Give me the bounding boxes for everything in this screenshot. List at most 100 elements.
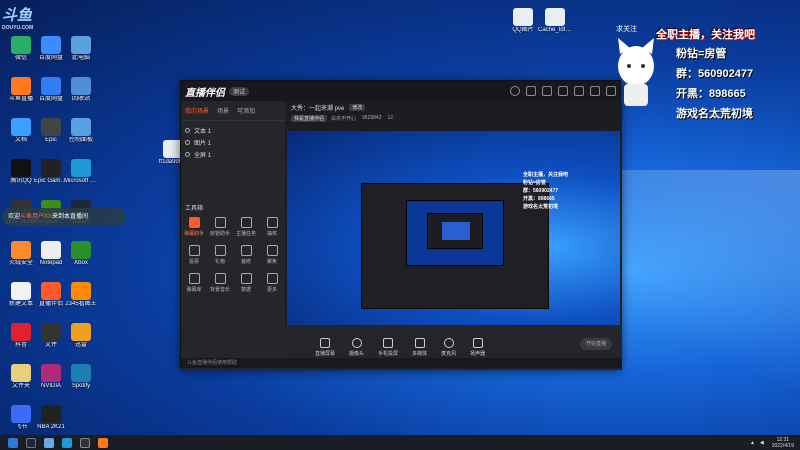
tab-my-scene[interactable]: 我的场景 xyxy=(185,106,209,115)
desktop-icon[interactable]: 直播伴侣 xyxy=(36,282,66,308)
tool-button[interactable]: 投票 xyxy=(181,245,207,265)
tool-icon xyxy=(266,217,278,228)
desktop-icon[interactable]: Spotify xyxy=(66,364,96,390)
tool-icon xyxy=(188,273,200,284)
desktop-icon[interactable]: Epic Games Launcher xyxy=(34,159,68,185)
douyu-watermark: 斗鱼 DOUYU.COM xyxy=(2,7,34,31)
desktop-icon[interactable]: 文档 xyxy=(6,118,36,144)
tool-button[interactable]: 数据 xyxy=(233,273,259,293)
network-icon[interactable]: ▲ xyxy=(750,440,755,446)
desktop-icon[interactable]: 迅雷 xyxy=(66,323,96,349)
tool-button[interactable]: 抽奖 xyxy=(259,217,285,237)
desktop-icon[interactable]: 火绒安全 xyxy=(6,241,36,267)
microphone-button[interactable]: 麦克风 xyxy=(441,338,456,357)
douyu-icon[interactable] xyxy=(98,437,108,448)
desktop-icon[interactable]: Microsoft Edge xyxy=(64,159,98,185)
app-icon xyxy=(11,118,31,136)
desktop-icon[interactable]: 飞书 xyxy=(6,405,36,431)
desktop-icon[interactable]: 百度网盘 xyxy=(36,36,66,62)
app-icon xyxy=(41,282,61,300)
app-icon xyxy=(41,405,61,423)
desktop-icon[interactable]: 文件夹 xyxy=(6,364,36,390)
tab-scene[interactable]: 场景 xyxy=(217,106,229,115)
desktop-icon[interactable]: 控制面板 xyxy=(66,118,96,144)
desktop-icon[interactable]: NVIDIA xyxy=(36,364,66,390)
minimize-icon[interactable] xyxy=(574,86,584,96)
desktop-icon[interactable]: Epic xyxy=(36,118,66,144)
steam-icon[interactable] xyxy=(26,437,36,448)
explorer-icon[interactable] xyxy=(44,437,54,448)
eye-icon[interactable] xyxy=(185,151,190,157)
help-status[interactable]: 斗鱼直播伴侣使用帮助 xyxy=(181,358,622,368)
tool-button[interactable]: 更多 xyxy=(259,273,285,293)
go-live-button[interactable]: 开始直播 xyxy=(580,338,612,350)
start-icon[interactable] xyxy=(8,437,18,448)
tool-button[interactable]: 弹幕助手 xyxy=(181,217,207,237)
maximize-icon[interactable] xyxy=(590,86,600,96)
speaker-icon xyxy=(472,338,483,348)
tool-button[interactable]: 房管助手 xyxy=(207,217,233,237)
message-icon[interactable] xyxy=(526,86,536,96)
desktop-icon[interactable]: 抖音 xyxy=(6,323,36,349)
desktop-icon[interactable]: 腾讯QQ xyxy=(6,159,36,185)
speaker-button[interactable]: 扬声器 xyxy=(470,338,485,357)
settings-icon[interactable] xyxy=(542,86,552,96)
source-item[interactable]: 文本 1 xyxy=(181,124,285,136)
source-item[interactable]: 图片 1 xyxy=(181,136,285,148)
file-icon xyxy=(513,8,533,26)
desktop-icon[interactable]: 微信 xyxy=(6,36,36,62)
stream-preview[interactable]: 全职主播，关注我吧 粉钻=房管 群：560902477 开黑：898665 游戏名太荒初… xyxy=(287,131,620,325)
tool-button[interactable]: 聚焦 xyxy=(259,245,285,265)
desktop-icon[interactable]: Cache_fdf5... xyxy=(538,8,572,34)
app-icon xyxy=(41,364,61,382)
desktop-icon[interactable]: NBA 2K21 xyxy=(36,405,66,431)
avatar[interactable] xyxy=(510,86,520,96)
tool-button[interactable]: 主播任务 xyxy=(233,217,259,237)
room-tag[interactable]: 我是直播伴侣 xyxy=(291,114,328,122)
desktop-icon[interactable]: 回收站 xyxy=(66,77,96,103)
edit-room-button[interactable]: 修改 xyxy=(349,103,366,111)
desktop-icon[interactable]: QQ图片 xyxy=(508,8,538,34)
tool-button[interactable]: 礼物 xyxy=(207,245,233,265)
scene-tabs: 我的场景 场景 可添加 xyxy=(181,101,285,121)
desktop-icon[interactable]: 文件 xyxy=(36,323,66,349)
clock[interactable]: 12:31 2022/4/19 xyxy=(772,437,794,449)
app-icon xyxy=(11,405,31,423)
edge-icon[interactable] xyxy=(62,437,72,448)
app-icon xyxy=(71,241,91,259)
app-icon xyxy=(11,241,31,259)
desktop-icon[interactable]: Notepad xyxy=(36,241,66,267)
tool-icon xyxy=(266,245,278,256)
desktop-icon[interactable]: 此电脑 xyxy=(66,36,96,62)
volume-icon[interactable]: ◀ xyxy=(760,440,764,446)
media-button[interactable]: 多媒体 xyxy=(412,338,427,357)
desktop-icon[interactable]: 百度网盘 xyxy=(36,77,66,103)
menu-icon[interactable] xyxy=(558,86,568,96)
tool-button[interactable]: 弹幕库 xyxy=(181,273,207,293)
media-icon xyxy=(414,338,425,348)
tool-icon xyxy=(188,217,200,228)
source-item[interactable]: 全屏 1 xyxy=(181,148,285,160)
nested-preview-level2 xyxy=(406,200,504,266)
desktop-icon[interactable]: Xbox xyxy=(66,241,96,267)
tool-button[interactable]: 背景音乐 xyxy=(207,273,233,293)
app-icon xyxy=(71,36,91,54)
tab-addable[interactable]: 可添加 xyxy=(237,106,255,115)
app-icon xyxy=(41,241,61,259)
desktop-icon[interactable]: 斗鱼直播 xyxy=(6,77,36,103)
nested-preview-window xyxy=(361,183,549,309)
tool-button[interactable]: 装修 xyxy=(233,245,259,265)
stream-overlay: 求关注 全职主播，关注我吧 粉钻=房管 群：560902477 开黑：898665 游… xyxy=(612,22,792,130)
app-icon xyxy=(41,118,61,136)
eye-icon[interactable] xyxy=(185,127,190,133)
desktop-icon[interactable]: 2345看图王 xyxy=(65,282,97,308)
phone-cast-button[interactable]: 手机投屏 xyxy=(378,338,398,357)
app-icon xyxy=(71,77,91,95)
desktop-icon[interactable]: 新建文本 xyxy=(6,282,36,308)
microphone-icon xyxy=(443,338,454,348)
screen-capture-button[interactable]: 直播屏幕 xyxy=(315,338,335,357)
eye-icon[interactable] xyxy=(185,139,190,145)
camera-button[interactable]: 摄像头 xyxy=(349,338,364,357)
app-icon xyxy=(11,36,31,54)
obs-icon[interactable] xyxy=(80,437,90,448)
